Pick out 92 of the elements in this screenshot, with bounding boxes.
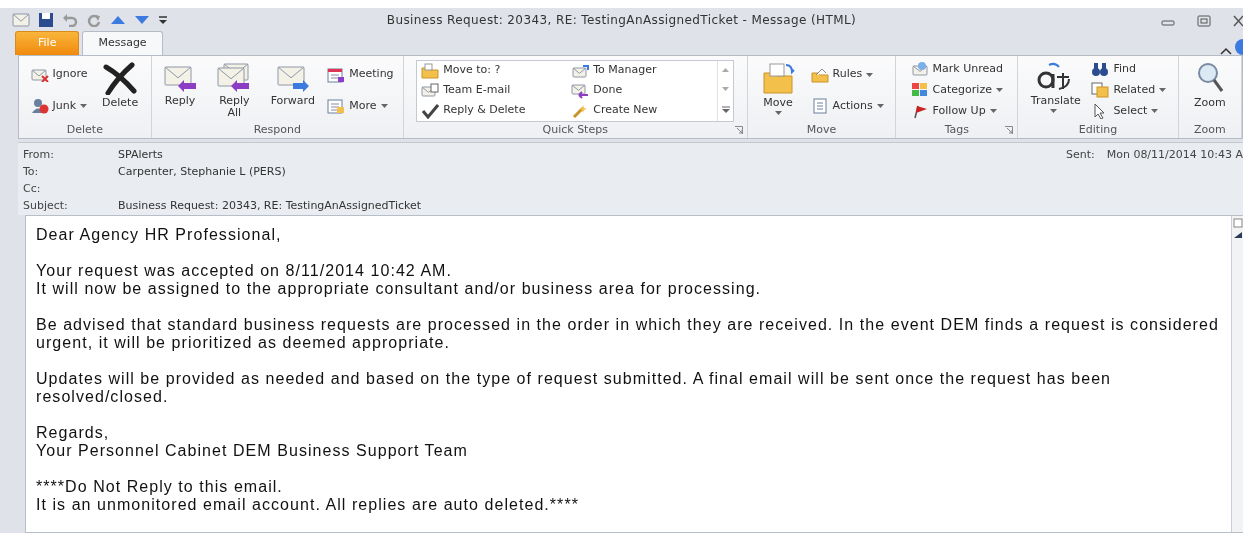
color-grid-icon xyxy=(910,82,929,99)
ribbon-button[interactable]: Categorize xyxy=(908,81,1006,100)
save-icon[interactable] xyxy=(38,11,54,28)
ignore-icon xyxy=(30,67,49,82)
quick-step-button[interactable]: Create New xyxy=(569,100,716,121)
body-text: It will now be assigned to the appropriate consultant and/or business area for processing. xyxy=(36,280,763,298)
folder-icon xyxy=(810,66,829,83)
caret-icon xyxy=(1050,109,1058,114)
body-text: Updates will be provided as needed and based on the type of request submitted. A final email will be sent once the request has been resolved/closed. xyxy=(36,370,1113,406)
documents-icon xyxy=(1091,82,1110,99)
restore-icon[interactable] xyxy=(1197,15,1211,27)
field-value: Business Request: 20343, RE: TestingAnAssignedTicket xyxy=(118,198,422,215)
caret-icon xyxy=(80,104,88,109)
field-value: Carpenter, Stephanie L (PERS) xyxy=(118,164,286,181)
field-value: SPAlerts xyxy=(118,147,163,164)
header-toggle-icon[interactable] xyxy=(1232,218,1243,228)
dialog-launcher-icon[interactable] xyxy=(1005,126,1014,134)
down-arrow-icon[interactable] xyxy=(134,13,150,26)
quick-step-button[interactable]: To Manager xyxy=(569,60,716,81)
group-label: Editing xyxy=(1078,121,1118,138)
ribbon-button[interactable]: Forward xyxy=(267,58,318,122)
folder-icon xyxy=(421,62,440,79)
group-label: Quick Steps xyxy=(542,121,608,138)
quick-step-button[interactable]: Reply & Delete xyxy=(419,100,570,121)
body-text: Be advised that standard business requests are processed in the order in which they are received. In the event DEM finds a request is considered urgent, it will be prioritized as deemed appropriate. xyxy=(36,316,1220,352)
envelope-icon xyxy=(910,61,929,78)
junk-icon xyxy=(30,98,49,115)
quick-step-button[interactable]: Team E-mail xyxy=(419,80,570,101)
ribbon-button[interactable]: Zoom xyxy=(1191,58,1229,122)
ribbon-button[interactable]: Delete xyxy=(99,58,142,122)
envelope-icon xyxy=(571,82,590,99)
group-label: Zoom xyxy=(1194,121,1226,138)
envelope-icon[interactable] xyxy=(12,12,30,27)
group-label: Tags xyxy=(944,121,969,138)
caret-icon xyxy=(774,111,782,116)
customize-menu-icon[interactable] xyxy=(158,13,168,26)
binoculars-icon xyxy=(1091,61,1110,78)
ribbon-button[interactable]: Ignore xyxy=(28,65,90,84)
body-text: ****Do Not Reply to this email. xyxy=(36,478,284,496)
field-value: Mon 08/11/2014 10:43 A xyxy=(1106,147,1243,163)
redo-icon[interactable] xyxy=(86,12,102,27)
caret-icon xyxy=(1151,109,1159,114)
field-label: Sent: xyxy=(1065,147,1095,163)
quick-step-button[interactable]: Move to: ? xyxy=(419,60,570,81)
folder-icon xyxy=(760,60,797,95)
caret-icon xyxy=(989,109,997,114)
envelope-icon xyxy=(571,62,590,79)
document-icon xyxy=(810,98,829,115)
caret-icon xyxy=(995,88,1003,93)
body-text: Dear Agency HR Professional, xyxy=(36,226,283,244)
quick-step-button[interactable]: Done xyxy=(569,80,716,101)
body-text: Regards, xyxy=(36,424,111,442)
collapse-ribbon-icon[interactable] xyxy=(1220,46,1232,55)
ribbon-button[interactable]: Related xyxy=(1089,81,1169,100)
field-label: From: xyxy=(23,147,55,164)
delete-icon xyxy=(102,60,139,95)
caret-icon xyxy=(1159,88,1167,93)
ribbon-button[interactable]: Rules xyxy=(808,65,886,84)
close-icon[interactable] xyxy=(1233,15,1243,27)
group-label: Respond xyxy=(253,121,301,138)
caret-icon xyxy=(866,72,874,77)
body-text: It is an unmonitored email account. All replies are auto deleted.**** xyxy=(36,496,580,514)
ribbon-button[interactable]: Follow Up xyxy=(908,102,1006,121)
ribbon-button[interactable]: Translate xyxy=(1027,58,1080,122)
undo-icon[interactable] xyxy=(62,12,78,27)
ribbon-button[interactable]: Select xyxy=(1089,102,1169,121)
body-text: Your request was accepted on 8/11/2014 10:42 AM. xyxy=(36,262,453,280)
caret-icon xyxy=(876,104,884,109)
ribbon-button[interactable]: Junk xyxy=(28,96,90,116)
field-label: Cc: xyxy=(23,181,42,198)
ribbon-button[interactable]: Actions xyxy=(808,96,886,116)
ribbon-button[interactable]: Reply xyxy=(159,58,202,122)
caret-icon xyxy=(380,104,388,109)
check-icon xyxy=(421,102,440,119)
scroll-down-icon[interactable] xyxy=(722,87,730,92)
ribbon-button[interactable]: Mark Unread xyxy=(908,60,1006,79)
group-label: Delete xyxy=(66,121,103,138)
ribbon-button[interactable]: Move xyxy=(757,58,800,122)
field-label: To: xyxy=(23,164,40,181)
body-text: Your Personnel Cabinet DEM Business Support Team xyxy=(36,442,469,460)
group-label: Move xyxy=(806,121,837,138)
expand-gallery-icon[interactable] xyxy=(721,106,730,114)
envelope-icon xyxy=(421,82,440,99)
ribbon-button[interactable]: Find xyxy=(1089,60,1169,79)
ribbon-button[interactable]: Meeting xyxy=(325,65,396,84)
field-label: Subject: xyxy=(23,198,69,215)
dialog-launcher-icon[interactable] xyxy=(734,126,743,134)
window-title: Business Request: 20343, RE: TestingAnAssignedTicket - Message (HTML) xyxy=(386,11,857,29)
ribbon-button[interactable]: Reply All xyxy=(208,58,261,122)
ribbon-tab[interactable]: Message xyxy=(82,31,163,55)
scroll-up-icon[interactable] xyxy=(1233,232,1242,238)
ribbon-button[interactable]: More xyxy=(325,96,396,116)
